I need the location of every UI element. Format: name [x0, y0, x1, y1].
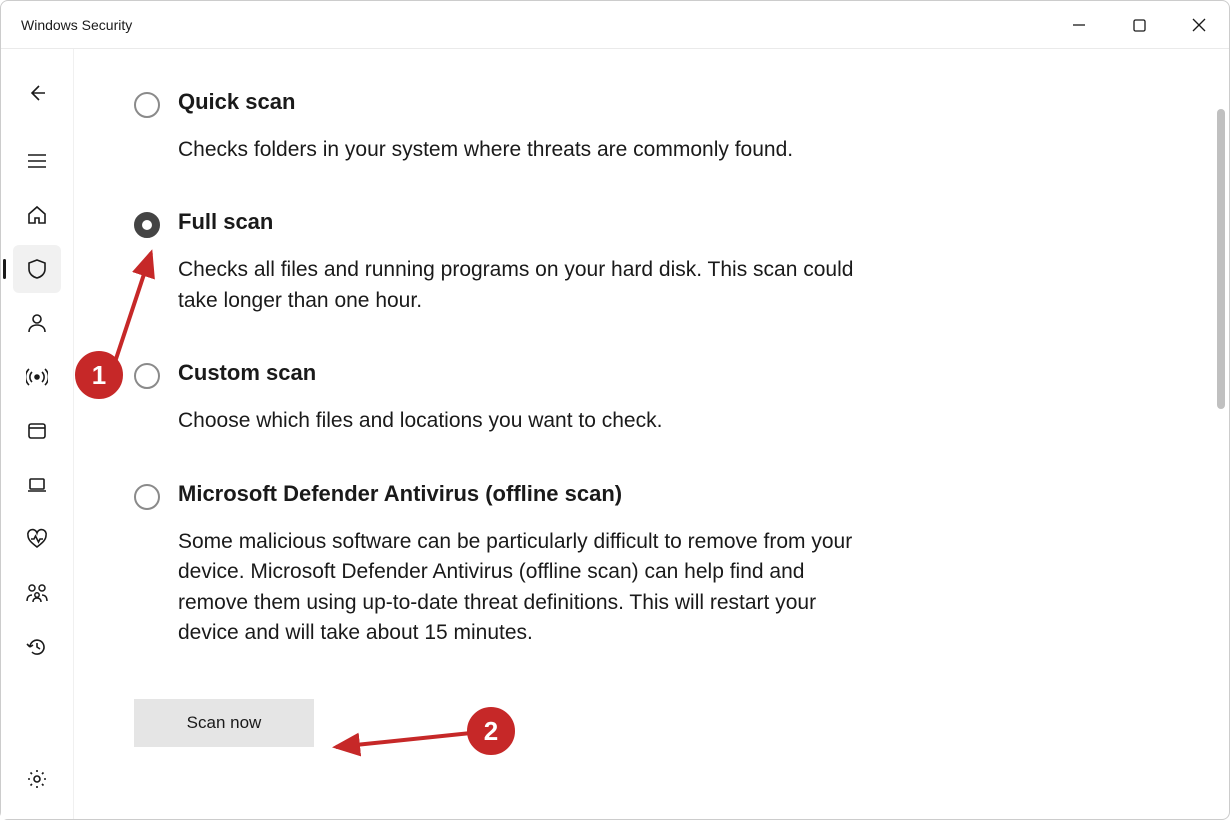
- maximize-button[interactable]: [1109, 1, 1169, 49]
- option-title: Quick scan: [178, 89, 878, 115]
- option-title: Custom scan: [178, 360, 878, 386]
- sidebar-account-protection[interactable]: [13, 299, 61, 347]
- arrow-left-icon: [27, 83, 47, 103]
- option-text: Custom scan Choose which files and locat…: [178, 360, 878, 436]
- radio-offline[interactable]: [134, 484, 160, 510]
- scan-option-offline[interactable]: Microsoft Defender Antivirus (offline sc…: [134, 481, 1169, 649]
- menu-button[interactable]: [13, 137, 61, 185]
- annotation-callout-2: 2: [467, 707, 515, 755]
- minimize-icon: [1072, 18, 1086, 32]
- sidebar-family[interactable]: [13, 569, 61, 617]
- sidebar-performance[interactable]: [13, 515, 61, 563]
- body-area: Quick scan Checks folders in your system…: [1, 49, 1229, 819]
- scrollbar-thumb[interactable]: [1217, 109, 1225, 409]
- scan-option-full[interactable]: Full scan Checks all files and running p…: [134, 209, 1169, 316]
- radio-full[interactable]: [134, 212, 160, 238]
- sidebar-device-security[interactable]: [13, 461, 61, 509]
- option-text: Full scan Checks all files and running p…: [178, 209, 878, 316]
- scan-option-quick[interactable]: Quick scan Checks folders in your system…: [134, 89, 1169, 165]
- sidebar-firewall[interactable]: [13, 353, 61, 401]
- history-icon: [26, 636, 48, 658]
- option-title: Microsoft Defender Antivirus (offline sc…: [178, 481, 878, 507]
- titlebar: Windows Security: [1, 1, 1229, 49]
- close-button[interactable]: [1169, 1, 1229, 49]
- option-text: Quick scan Checks folders in your system…: [178, 89, 878, 165]
- back-button[interactable]: [13, 69, 61, 117]
- scan-option-custom[interactable]: Custom scan Choose which files and locat…: [134, 360, 1169, 436]
- person-icon: [26, 312, 48, 334]
- scan-now-button[interactable]: Scan now: [134, 699, 314, 747]
- shield-icon: [26, 258, 48, 280]
- gear-icon: [26, 768, 48, 790]
- option-text: Microsoft Defender Antivirus (offline sc…: [178, 481, 878, 649]
- radio-quick[interactable]: [134, 92, 160, 118]
- home-icon: [26, 204, 48, 226]
- minimize-button[interactable]: [1049, 1, 1109, 49]
- sidebar-virus-protection[interactable]: [13, 245, 61, 293]
- close-icon: [1192, 18, 1206, 32]
- option-desc: Checks folders in your system where thre…: [178, 135, 878, 165]
- sidebar: [1, 49, 73, 819]
- broadcast-icon: [26, 366, 48, 388]
- laptop-icon: [26, 474, 48, 496]
- sidebar-home[interactable]: [13, 191, 61, 239]
- option-desc: Some malicious software can be particula…: [178, 527, 878, 649]
- option-title: Full scan: [178, 209, 878, 235]
- app-window: Windows Security: [0, 0, 1230, 820]
- window-controls: [1049, 1, 1229, 49]
- sidebar-app-browser[interactable]: [13, 407, 61, 455]
- option-desc: Choose which files and locations you wan…: [178, 406, 878, 436]
- sidebar-history[interactable]: [13, 623, 61, 671]
- window-title: Windows Security: [21, 17, 132, 33]
- family-icon: [25, 582, 49, 604]
- window-icon: [26, 420, 48, 442]
- option-desc: Checks all files and running programs on…: [178, 255, 878, 316]
- maximize-icon: [1133, 19, 1146, 32]
- sidebar-settings[interactable]: [13, 755, 61, 803]
- annotation-callout-1: 1: [75, 351, 123, 399]
- main-content: Quick scan Checks folders in your system…: [73, 49, 1229, 819]
- hamburger-icon: [27, 153, 47, 169]
- annotation-arrow-2: [321, 721, 481, 761]
- heart-pulse-icon: [26, 528, 48, 550]
- scrollbar[interactable]: [1217, 109, 1225, 629]
